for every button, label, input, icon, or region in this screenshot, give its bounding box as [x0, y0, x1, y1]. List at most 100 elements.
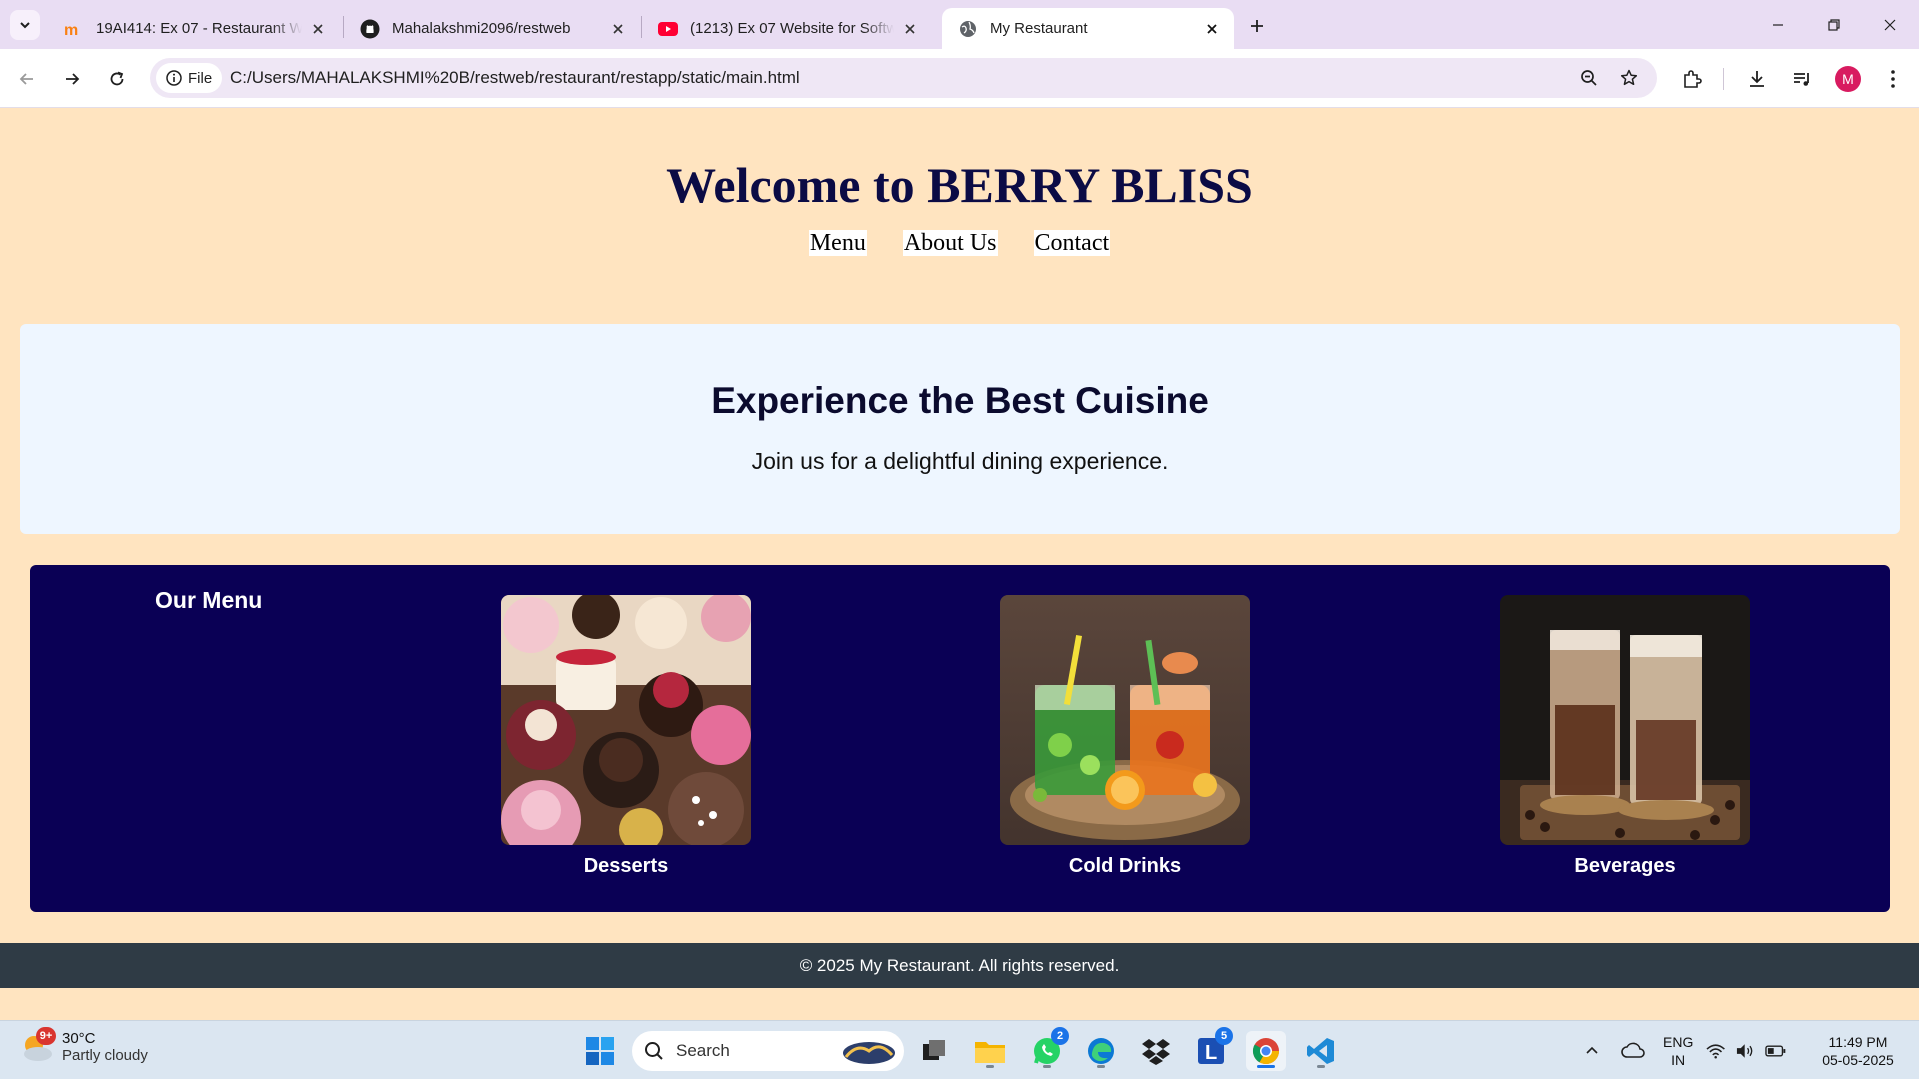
tab-title: My Restaurant — [990, 20, 1088, 37]
start-button[interactable] — [580, 1031, 620, 1071]
media-control-button[interactable] — [1786, 63, 1818, 95]
weather-temperature: 30°C — [62, 1030, 96, 1047]
svg-text:L: L — [1205, 1042, 1217, 1064]
dropbox-button[interactable] — [1136, 1031, 1176, 1071]
forward-arrow-icon — [66, 73, 80, 85]
edge-icon — [1088, 1038, 1114, 1064]
weather-icon: 9+ — [20, 1027, 56, 1065]
desserts-photo — [501, 595, 751, 845]
search-highlight-icon — [843, 1042, 895, 1064]
close-tab-icon[interactable] — [308, 19, 328, 39]
quick-settings-button[interactable] — [1706, 1031, 1786, 1071]
site-info-chip[interactable]: File — [156, 63, 223, 93]
nav-link-about-us[interactable]: About Us — [902, 230, 998, 256]
search-icon — [645, 1042, 663, 1060]
menu-heading: Our Menu — [155, 587, 263, 613]
task-view-button[interactable] — [914, 1031, 954, 1071]
vscode-icon — [1307, 1038, 1334, 1064]
region-code: IN — [1671, 1052, 1686, 1068]
nav-link-menu[interactable]: Menu — [808, 230, 867, 256]
site-title: Welcome to BERRY BLISS — [666, 157, 1253, 213]
puzzle-icon — [1684, 70, 1702, 88]
tab-search-button[interactable] — [10, 10, 40, 40]
running-indicator — [1317, 1065, 1325, 1068]
browser-toolbar: File C:/Users/MAHALAKSHMI%20B/restweb/re… — [0, 49, 1919, 108]
wifi-icon — [1706, 1044, 1725, 1059]
reload-button[interactable] — [101, 63, 133, 95]
close-tab-icon[interactable] — [608, 19, 628, 39]
taskbar-search[interactable]: Search — [632, 1031, 904, 1071]
bookmark-button[interactable] — [1615, 64, 1643, 92]
more-vert-icon — [1891, 70, 1895, 88]
running-indicator — [986, 1065, 994, 1068]
extensions-button[interactable] — [1676, 63, 1708, 95]
site-nav: Menu About Us Contact — [0, 230, 1919, 256]
tab-moodle[interactable]: m 19AI414: Ex 07 - Restaurant We — [48, 8, 340, 49]
vscode-button[interactable] — [1301, 1031, 1341, 1071]
menu-item-beverages[interactable]: Beverages — [1500, 595, 1750, 878]
plus-icon — [1251, 20, 1263, 32]
running-indicator — [1097, 1065, 1105, 1068]
weather-widget[interactable]: 9+ 30°C Partly cloudy — [20, 1027, 148, 1065]
star-icon — [1620, 69, 1638, 86]
svg-text:m: m — [64, 22, 78, 38]
menu-item-desserts[interactable]: Desserts — [501, 595, 751, 878]
zoom-button[interactable] — [1575, 64, 1603, 92]
dropbox-icon — [1142, 1039, 1170, 1065]
language-indicator[interactable]: ENG IN — [1663, 1033, 1693, 1069]
minimize-button[interactable] — [1750, 0, 1805, 49]
file-explorer-button[interactable] — [970, 1031, 1010, 1071]
os-taskbar: 9+ 30°C Partly cloudy Search 2 L 5 ENG I… — [0, 1020, 1919, 1079]
moodle-icon: m — [64, 19, 84, 39]
task-view-icon — [923, 1040, 945, 1060]
downloads-button[interactable] — [1741, 63, 1773, 95]
nav-link-contact[interactable]: Contact — [1033, 230, 1111, 256]
forward-button[interactable] — [56, 63, 88, 95]
new-tab-button[interactable] — [1243, 12, 1271, 40]
l-app-button[interactable]: L 5 — [1191, 1027, 1233, 1071]
hero-section: Experience the Best Cuisine Join us for … — [20, 324, 1900, 534]
close-window-button[interactable] — [1862, 0, 1917, 49]
chrome-icon — [1252, 1038, 1280, 1065]
address-bar[interactable]: File C:/Users/MAHALAKSHMI%20B/restweb/re… — [150, 58, 1657, 98]
chevron-up-icon — [1586, 1046, 1598, 1054]
beverages-photo — [1500, 595, 1750, 845]
hero-heading: Experience the Best Cuisine — [711, 380, 1209, 421]
show-hidden-icons-button[interactable] — [1572, 1031, 1612, 1071]
menu-item-label: Desserts — [583, 855, 669, 877]
running-indicator — [1043, 1065, 1051, 1068]
url-text[interactable]: C:/Users/MAHALAKSHMI%20B/restweb/restaur… — [230, 68, 800, 88]
clock-time: 11:49 PM — [1828, 1034, 1888, 1050]
globe-icon — [958, 19, 978, 39]
menu-section: Our Menu Desserts Cold Drinks Beverages — [30, 565, 1890, 912]
back-button[interactable] — [11, 63, 43, 95]
close-tab-icon[interactable] — [1202, 19, 1222, 39]
restore-button[interactable] — [1806, 0, 1861, 49]
tab-title: (1213) Ex 07 Website for Softwa — [690, 20, 894, 37]
volume-icon — [1737, 1044, 1753, 1058]
menu-item-label: Beverages — [1574, 855, 1676, 877]
clock[interactable]: 11:49 PM 05-05-2025 — [1810, 1033, 1906, 1069]
language-code: ENG — [1663, 1034, 1694, 1050]
minimize-icon — [1772, 23, 1783, 26]
youtube-icon — [658, 19, 678, 39]
whatsapp-badge: 2 — [1051, 1027, 1069, 1045]
tab-github[interactable]: Mahalakshmi2096/restweb — [344, 8, 640, 49]
edge-button[interactable] — [1081, 1031, 1121, 1071]
restore-icon — [1827, 18, 1840, 31]
tab-my-restaurant[interactable]: My Restaurant — [942, 8, 1234, 49]
chrome-button[interactable] — [1246, 1031, 1286, 1071]
browser-menu-button[interactable] — [1877, 63, 1909, 95]
onedrive-button[interactable] — [1613, 1031, 1653, 1071]
l-app-badge: 5 — [1215, 1027, 1233, 1045]
menu-item-cold-drinks[interactable]: Cold Drinks — [1000, 595, 1250, 878]
windows-logo-icon — [586, 1037, 614, 1065]
info-icon — [166, 70, 182, 86]
close-tab-icon[interactable] — [900, 19, 920, 39]
whatsapp-button[interactable]: 2 — [1027, 1027, 1069, 1071]
search-placeholder: Search — [676, 1041, 730, 1060]
profile-avatar[interactable]: M — [1835, 66, 1861, 92]
cold-drinks-photo — [1000, 595, 1250, 845]
tab-youtube[interactable]: (1213) Ex 07 Website for Softwa — [642, 8, 932, 49]
back-arrow-icon — [19, 73, 33, 85]
